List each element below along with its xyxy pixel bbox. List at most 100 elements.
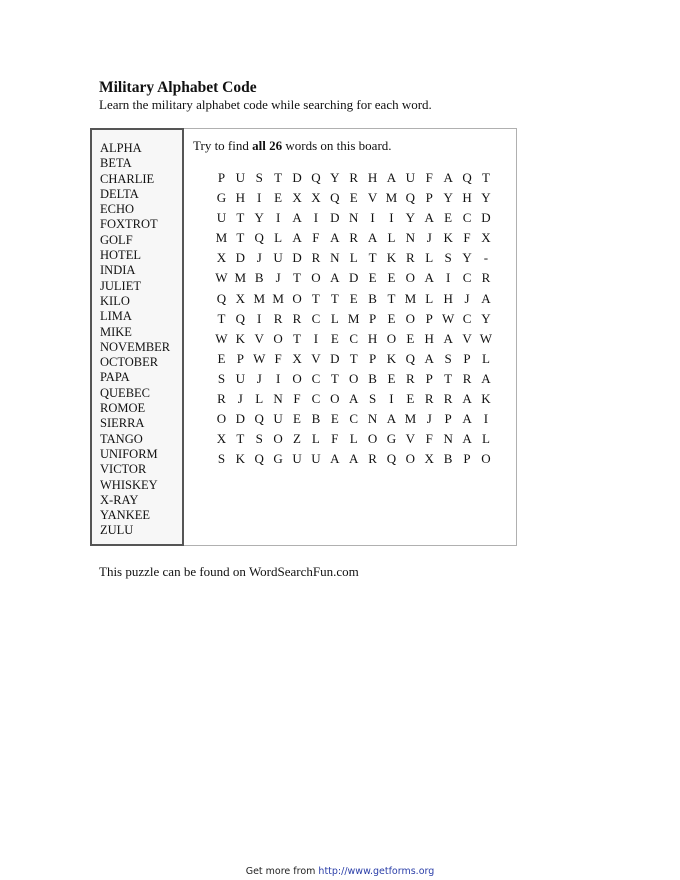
- grid-cell[interactable]: D: [476, 208, 495, 228]
- grid-cell[interactable]: J: [458, 289, 477, 309]
- grid-cell[interactable]: G: [382, 429, 401, 449]
- grid-cell[interactable]: R: [476, 268, 495, 288]
- grid-cell[interactable]: A: [458, 409, 477, 429]
- grid-cell[interactable]: W: [212, 329, 231, 349]
- grid-cell[interactable]: H: [420, 329, 439, 349]
- grid-cell[interactable]: Q: [250, 228, 269, 248]
- grid-cell[interactable]: D: [288, 248, 307, 268]
- grid-cell[interactable]: L: [420, 248, 439, 268]
- grid-cell[interactable]: I: [250, 309, 269, 329]
- grid-cell[interactable]: N: [439, 429, 458, 449]
- grid-cell[interactable]: Q: [382, 449, 401, 469]
- grid-cell[interactable]: E: [212, 349, 231, 369]
- grid-cell[interactable]: E: [439, 208, 458, 228]
- grid-cell[interactable]: C: [458, 268, 477, 288]
- grid-cell[interactable]: E: [269, 188, 288, 208]
- grid-cell[interactable]: T: [288, 329, 307, 349]
- grid-cell[interactable]: F: [420, 168, 439, 188]
- grid-cell[interactable]: A: [476, 289, 495, 309]
- grid-cell[interactable]: O: [401, 449, 420, 469]
- grid-cell[interactable]: U: [306, 449, 325, 469]
- grid-cell[interactable]: R: [401, 248, 420, 268]
- grid-cell[interactable]: N: [344, 208, 363, 228]
- grid-cell[interactable]: G: [269, 449, 288, 469]
- grid-cell[interactable]: F: [420, 429, 439, 449]
- grid-cell[interactable]: F: [458, 228, 477, 248]
- grid-cell[interactable]: A: [363, 228, 382, 248]
- grid-cell[interactable]: S: [439, 349, 458, 369]
- grid-cell[interactable]: F: [325, 429, 344, 449]
- grid-cell[interactable]: V: [306, 349, 325, 369]
- grid-cell[interactable]: C: [458, 208, 477, 228]
- grid-cell[interactable]: L: [250, 389, 269, 409]
- grid-cell[interactable]: A: [476, 369, 495, 389]
- grid-cell[interactable]: O: [382, 329, 401, 349]
- grid-cell[interactable]: N: [325, 248, 344, 268]
- grid-cell[interactable]: M: [212, 228, 231, 248]
- grid-cell[interactable]: W: [476, 329, 495, 349]
- grid-cell[interactable]: C: [344, 329, 363, 349]
- grid-cell[interactable]: E: [288, 409, 307, 429]
- grid-cell[interactable]: K: [231, 329, 250, 349]
- grid-cell[interactable]: T: [269, 168, 288, 188]
- grid-cell[interactable]: X: [212, 429, 231, 449]
- grid-cell[interactable]: P: [458, 349, 477, 369]
- grid-cell[interactable]: R: [288, 309, 307, 329]
- grid-cell[interactable]: F: [306, 228, 325, 248]
- grid-cell[interactable]: P: [363, 349, 382, 369]
- grid-cell[interactable]: X: [476, 228, 495, 248]
- grid-cell[interactable]: B: [363, 369, 382, 389]
- grid-cell[interactable]: O: [344, 369, 363, 389]
- grid-cell[interactable]: Z: [288, 429, 307, 449]
- footer-link[interactable]: http://www.getforms.org: [318, 866, 434, 877]
- grid-cell[interactable]: B: [363, 289, 382, 309]
- grid-cell[interactable]: Q: [250, 409, 269, 429]
- grid-cell[interactable]: X: [288, 188, 307, 208]
- grid-cell[interactable]: A: [458, 389, 477, 409]
- grid-cell[interactable]: O: [288, 289, 307, 309]
- grid-cell[interactable]: J: [269, 268, 288, 288]
- grid-cell[interactable]: E: [344, 188, 363, 208]
- grid-cell[interactable]: J: [420, 228, 439, 248]
- grid-cell[interactable]: S: [250, 429, 269, 449]
- grid-cell[interactable]: C: [306, 309, 325, 329]
- grid-cell[interactable]: O: [288, 369, 307, 389]
- grid-cell[interactable]: O: [401, 309, 420, 329]
- grid-cell[interactable]: T: [344, 349, 363, 369]
- grid-cell[interactable]: K: [231, 449, 250, 469]
- grid-cell[interactable]: M: [250, 289, 269, 309]
- grid-cell[interactable]: U: [212, 208, 231, 228]
- grid-cell[interactable]: Q: [458, 168, 477, 188]
- grid-cell[interactable]: H: [363, 329, 382, 349]
- grid-cell[interactable]: H: [458, 188, 477, 208]
- grid-cell[interactable]: A: [420, 208, 439, 228]
- grid-cell[interactable]: T: [231, 429, 250, 449]
- grid-cell[interactable]: M: [231, 268, 250, 288]
- grid-cell[interactable]: O: [363, 429, 382, 449]
- grid-cell[interactable]: V: [458, 329, 477, 349]
- grid-cell[interactable]: K: [439, 228, 458, 248]
- grid-cell[interactable]: -: [476, 248, 495, 268]
- grid-cell[interactable]: T: [288, 268, 307, 288]
- grid-cell[interactable]: X: [306, 188, 325, 208]
- grid-cell[interactable]: H: [363, 168, 382, 188]
- grid-cell[interactable]: U: [401, 168, 420, 188]
- grid-cell[interactable]: U: [231, 168, 250, 188]
- grid-cell[interactable]: O: [306, 268, 325, 288]
- grid-cell[interactable]: O: [325, 389, 344, 409]
- grid-cell[interactable]: K: [382, 349, 401, 369]
- grid-cell[interactable]: S: [363, 389, 382, 409]
- grid-cell[interactable]: E: [344, 289, 363, 309]
- grid-cell[interactable]: T: [325, 289, 344, 309]
- grid-cell[interactable]: I: [250, 188, 269, 208]
- grid-cell[interactable]: C: [306, 389, 325, 409]
- grid-cell[interactable]: M: [344, 309, 363, 329]
- grid-cell[interactable]: J: [250, 369, 269, 389]
- grid-cell[interactable]: N: [269, 389, 288, 409]
- grid-cell[interactable]: U: [269, 248, 288, 268]
- grid-cell[interactable]: L: [420, 289, 439, 309]
- grid-cell[interactable]: S: [250, 168, 269, 188]
- grid-cell[interactable]: T: [382, 289, 401, 309]
- grid-cell[interactable]: A: [325, 449, 344, 469]
- grid-cell[interactable]: V: [401, 429, 420, 449]
